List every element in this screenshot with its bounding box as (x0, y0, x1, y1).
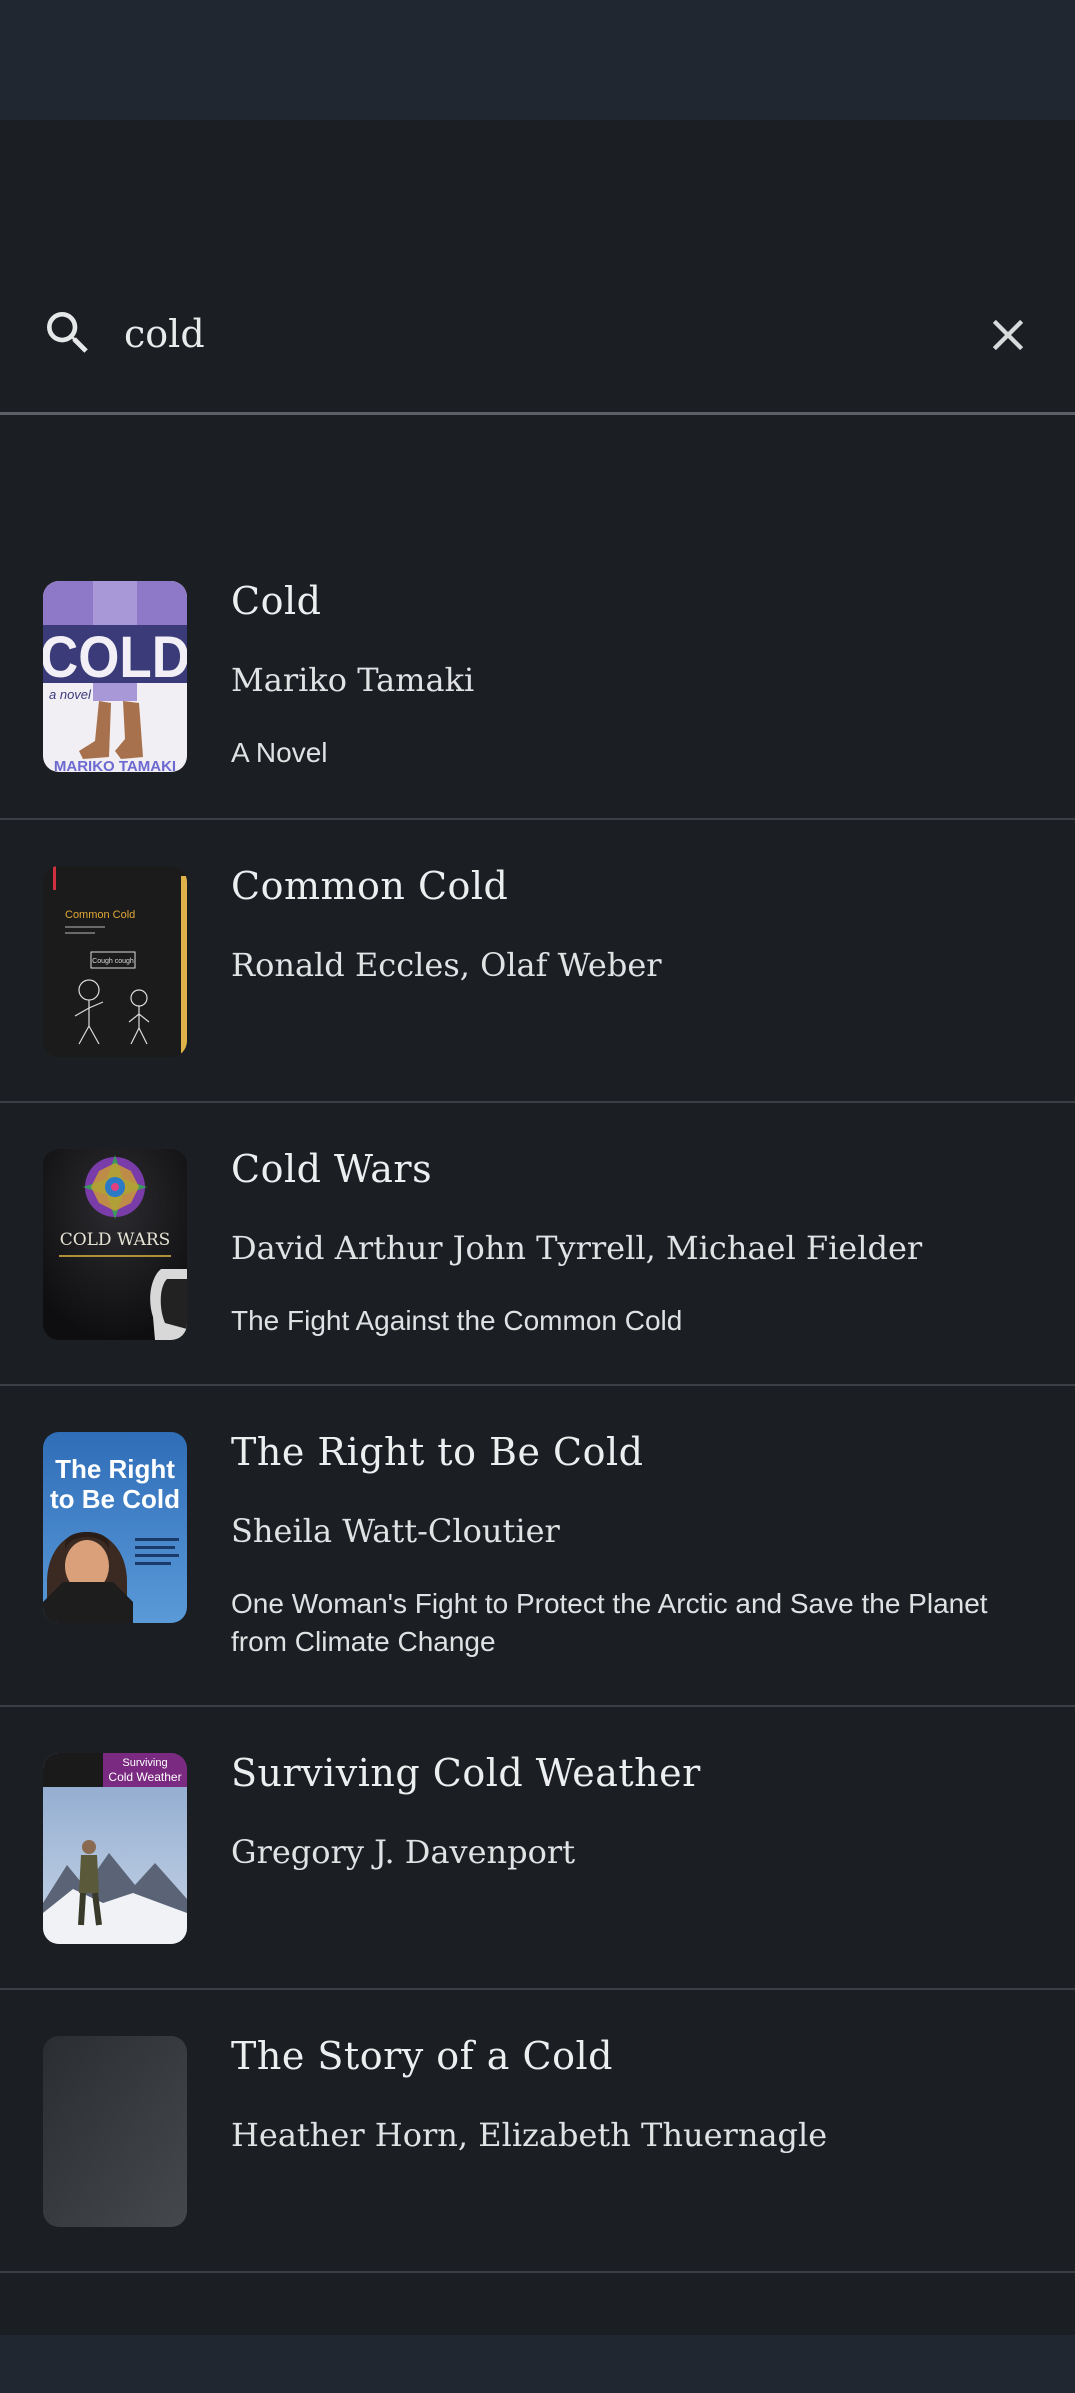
book-title: Surviving Cold Weather (231, 1751, 701, 1795)
book-cover: COLD WARS (43, 1149, 187, 1340)
book-title: Cold Wars (231, 1147, 433, 1191)
search-bar (0, 255, 1075, 415)
cover-speech-bubble: Cough cough (92, 958, 134, 965)
search-results-list: COLD a novel MARIKO TAMAKI Cold Mariko T… (0, 535, 1075, 2273)
book-subtitle: The Fight Against the Common Cold (231, 1305, 683, 1336)
cover-tag: a novel (49, 687, 92, 702)
result-item[interactable]: COLD WARS Cold Wars David Arthur John Ty… (0, 1103, 1075, 1386)
result-item[interactable]: Surviving Cold Weather Surviving Cold We… (0, 1707, 1075, 1990)
cover-title-line-2: Cold Weather (108, 1770, 181, 1784)
book-cover: Surviving Cold Weather (43, 1753, 187, 1944)
search-icon (47, 312, 88, 353)
cover-title: COLD (43, 625, 187, 690)
book-title: The Right to Be Cold (231, 1430, 644, 1474)
book-subtitle: One Woman's Fight to Protect the Arctic … (231, 1588, 988, 1657)
book-title: Cold (231, 579, 322, 623)
result-item[interactable]: COLD a novel MARIKO TAMAKI Cold Mariko T… (0, 535, 1075, 820)
result-item[interactable]: Common Cold Cough cough Common Cold Rona… (0, 820, 1075, 1103)
close-icon (992, 319, 1024, 351)
book-cover-placeholder (43, 2036, 187, 2227)
navigation-bar (0, 2335, 1075, 2393)
cover-title-line-1: Surviving (122, 1757, 167, 1769)
result-item[interactable]: The Right to Be Cold The Right to Be Col… (0, 1386, 1075, 1707)
cover-title: Common Cold (65, 909, 135, 921)
search-input[interactable] (124, 295, 944, 373)
book-author: David Arthur John Tyrrell, Michael Field… (231, 1229, 923, 1267)
result-item[interactable]: The Story of a Cold Heather Horn, Elizab… (0, 1990, 1075, 2273)
cover-title-line-1: The Right (55, 1454, 175, 1484)
book-title: The Story of a Cold (231, 2034, 613, 2078)
cover-title-line-2: to Be Cold (50, 1484, 180, 1514)
cover-title: COLD WARS (60, 1230, 171, 1250)
book-subtitle: A Novel (231, 737, 328, 768)
clear-search-button[interactable] (976, 303, 1040, 367)
book-cover: COLD a novel MARIKO TAMAKI (43, 581, 187, 772)
book-cover: Common Cold Cough cough (43, 866, 187, 1057)
book-author: Sheila Watt-Cloutier (231, 1512, 560, 1550)
book-title: Common Cold (231, 864, 509, 908)
cover-author: MARIKO TAMAKI (54, 758, 176, 772)
book-author: Heather Horn, Elizabeth Thuernagle (231, 2116, 828, 2154)
book-author: Mariko Tamaki (231, 661, 475, 699)
book-cover: The Right to Be Cold (43, 1432, 187, 1623)
status-bar (0, 0, 1075, 120)
book-author: Ronald Eccles, Olaf Weber (231, 946, 662, 984)
book-author: Gregory J. Davenport (231, 1833, 576, 1871)
